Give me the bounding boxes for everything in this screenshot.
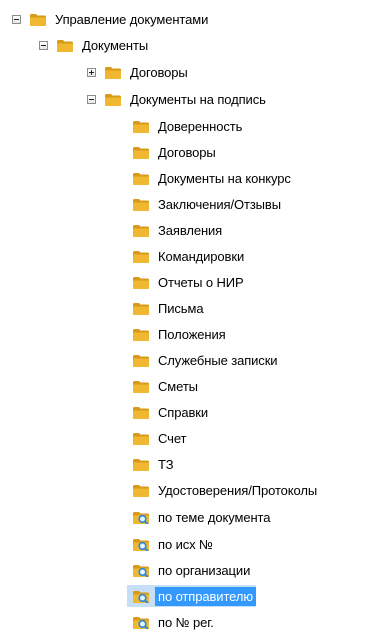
folder-icon xyxy=(30,13,46,26)
folder-icon xyxy=(133,302,149,315)
folder-icon xyxy=(133,458,149,471)
tree-node-label: по теме документа xyxy=(158,509,271,525)
folder-search-icon xyxy=(133,538,149,551)
folder-icon xyxy=(57,39,73,52)
tree-node-folder[interactable]: Заявления xyxy=(133,219,225,241)
tree-node-label: Сметы xyxy=(158,378,198,394)
tree-node-label: Документы xyxy=(82,37,149,53)
tree-node-folder[interactable]: Командировки xyxy=(133,245,247,267)
folder-icon xyxy=(105,93,121,106)
tree-node-label: Доверенность xyxy=(158,118,243,134)
tree-node-folder[interactable]: Доверенность xyxy=(133,115,245,137)
document-tree: Управление документами Документы Договор… xyxy=(0,0,388,635)
tree-node-contracts[interactable]: Договоры xyxy=(87,61,191,83)
tree-node-folder[interactable]: Счет xyxy=(133,427,189,449)
tree-node-folder[interactable]: Договоры xyxy=(133,141,219,163)
tree-node-label: по отправителю xyxy=(155,586,256,606)
tree-node-label: Договоры xyxy=(130,64,188,80)
tree-node-label: Письма xyxy=(158,300,204,316)
folder-search-icon xyxy=(133,511,149,524)
folder-icon xyxy=(133,224,149,237)
folder-icon xyxy=(133,146,149,159)
tree-node-folder[interactable]: Служебные записки xyxy=(133,349,280,371)
expand-plus-icon[interactable] xyxy=(87,67,96,77)
folder-icon xyxy=(133,250,149,263)
folder-icon xyxy=(133,328,149,341)
folder-icon xyxy=(133,380,149,393)
tree-node-folder[interactable]: Документы на конкурс xyxy=(133,167,294,189)
tree-node-folder[interactable]: Письма xyxy=(133,297,206,319)
tree-node-to-sign[interactable]: Документы на подпись xyxy=(87,88,269,110)
folder-icon xyxy=(133,354,149,367)
folder-icon xyxy=(105,66,121,79)
tree-node-label: Служебные записки xyxy=(158,352,278,368)
tree-node-search-view-selected[interactable]: по отправителю xyxy=(127,585,256,607)
tree-node-label: Справки xyxy=(158,404,209,420)
collapse-minus-icon[interactable] xyxy=(87,94,96,104)
tree-node-label: Управление документами xyxy=(55,11,209,27)
tree-node-folder[interactable]: Заключения/Отзывы xyxy=(133,193,284,215)
tree-node-folder[interactable]: Справки xyxy=(133,401,211,423)
folder-icon xyxy=(133,432,149,445)
tree-node-label: ТЗ xyxy=(158,456,174,472)
tree-node-folder[interactable]: Удостоверения/Протоколы xyxy=(133,479,320,501)
tree-node-label: Отчеты о НИР xyxy=(158,274,244,290)
tree-node-search-view[interactable]: по исх № xyxy=(133,533,216,555)
tree-node-folder[interactable]: Отчеты о НИР xyxy=(133,271,247,293)
folder-icon xyxy=(133,484,149,497)
folder-icon xyxy=(133,276,149,289)
folder-icon xyxy=(133,172,149,185)
folder-search-icon xyxy=(133,616,149,629)
collapse-minus-icon[interactable] xyxy=(39,40,48,50)
tree-node-label: Командировки xyxy=(158,248,245,264)
tree-node-label: Заключения/Отзывы xyxy=(158,196,281,212)
folder-icon xyxy=(133,120,149,133)
tree-node-label: Счет xyxy=(158,430,187,446)
tree-node-folder[interactable]: ТЗ xyxy=(133,453,176,475)
folder-search-icon xyxy=(133,590,149,603)
tree-node-folder[interactable]: Положения xyxy=(133,323,229,345)
folder-search-icon xyxy=(133,564,149,577)
tree-node-label: Заявления xyxy=(158,222,223,238)
tree-node-documents[interactable]: Документы xyxy=(39,34,151,56)
tree-node-label: Документы на конкурс xyxy=(158,170,291,186)
tree-node-root[interactable]: Управление документами xyxy=(12,8,211,30)
folder-icon xyxy=(133,198,149,211)
tree-node-label: Положения xyxy=(158,326,226,342)
tree-node-label: по организации xyxy=(158,562,251,578)
tree-node-label: Договоры xyxy=(158,144,216,160)
tree-node-folder[interactable]: Сметы xyxy=(133,375,201,397)
tree-node-label: по исх № xyxy=(158,536,213,552)
tree-node-label: Документы на подпись xyxy=(130,91,266,107)
collapse-minus-icon[interactable] xyxy=(12,14,21,24)
tree-node-search-view[interactable]: по теме документа xyxy=(133,506,273,528)
tree-node-label: Удостоверения/Протоколы xyxy=(158,482,318,498)
tree-node-label: по № рег. xyxy=(158,614,214,630)
folder-icon xyxy=(133,406,149,419)
tree-node-search-view[interactable]: по № рег. xyxy=(133,611,217,633)
tree-node-search-view[interactable]: по организации xyxy=(133,559,253,581)
